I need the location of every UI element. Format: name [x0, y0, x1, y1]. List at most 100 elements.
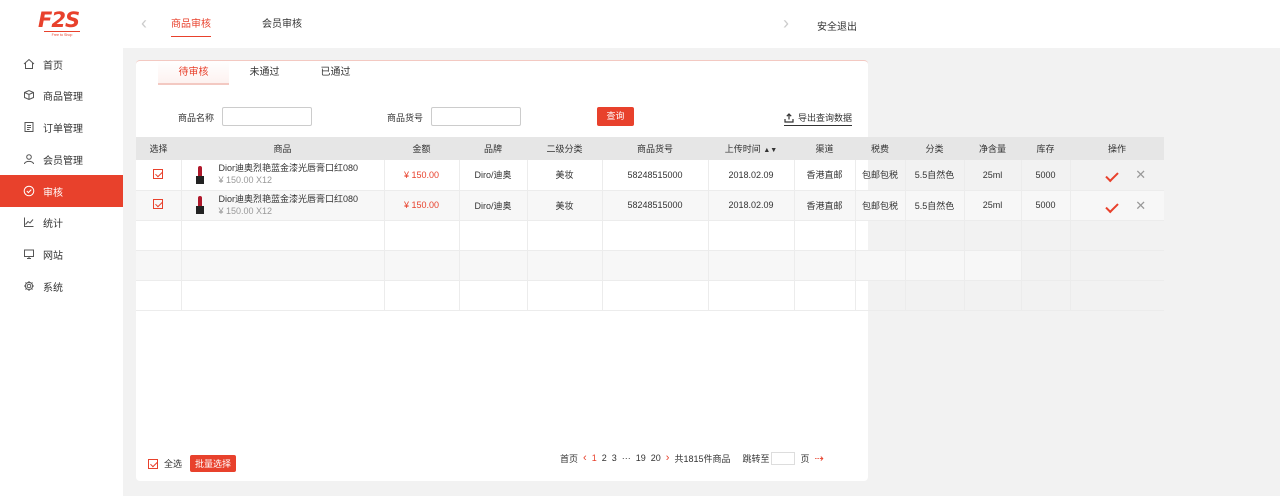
- page-link[interactable]: 1: [592, 453, 597, 463]
- row-checkbox[interactable]: [153, 168, 164, 179]
- order-icon: [22, 121, 35, 134]
- product-price-qty: ¥ 150.00 X12: [218, 175, 273, 186]
- col-stock: 库存: [1021, 137, 1070, 160]
- net-cell: 25ml: [964, 190, 1022, 221]
- sidebar-item-products[interactable]: 商品管理: [0, 79, 123, 111]
- sort-icon[interactable]: ▲▼: [763, 147, 777, 154]
- sidebar-item-label: 首页: [43, 60, 63, 72]
- col-brand: 品牌: [459, 137, 527, 160]
- page-ellipsis: ···: [621, 453, 631, 463]
- class-cell: 5.5自然色: [905, 160, 965, 191]
- row-checkbox[interactable]: [153, 199, 164, 209]
- select-all-label: 全选: [164, 459, 183, 469]
- export-label: 导出查询数据: [798, 113, 853, 123]
- col-net: 净含量: [964, 137, 1021, 160]
- status-tabs: 待审核 未通过 已通过: [158, 61, 371, 85]
- tax-cell: 包邮包税: [855, 160, 906, 191]
- sidebar-item-label: 统计: [43, 218, 63, 230]
- stock-cell: 5000: [1021, 190, 1071, 221]
- reject-icon[interactable]: ✕: [1135, 199, 1146, 212]
- table-row: Dior迪奥烈艳蓝金漆光唇膏口红080 ¥ 150.00 X12 ¥ 150.00…: [136, 190, 1164, 221]
- chart-icon: [22, 216, 35, 229]
- product-thumbnail: [195, 196, 204, 214]
- sku-cell: 58248515000: [602, 190, 709, 221]
- tax-cell: 包邮包税: [855, 190, 906, 221]
- net-cell: 25ml: [964, 160, 1022, 191]
- actions-cell: ✕: [1070, 190, 1164, 221]
- sidebar-item-label: 会员管理: [43, 155, 83, 167]
- col-upload-time[interactable]: 上传时间 ▲▼: [708, 137, 794, 160]
- product-name: Dior迪奥烈艳蓝金漆光唇膏口红080: [218, 163, 359, 174]
- category-cell: 美妆: [527, 190, 603, 221]
- product-name: Dior迪奥烈艳蓝金漆光唇膏口红080: [218, 193, 359, 204]
- home-icon: [22, 58, 35, 71]
- jump-label: 跳转至: [742, 453, 770, 464]
- sidebar-item-system[interactable]: 系统: [0, 270, 123, 302]
- sidebar: 首页 商品管理 订单管理 会员管理 审核 统计 网站 系统: [0, 48, 123, 496]
- query-button[interactable]: 查询: [597, 107, 634, 126]
- tab-approved[interactable]: 已通过: [300, 61, 371, 85]
- sidebar-item-members[interactable]: 会员管理: [0, 143, 123, 175]
- tab-product-review[interactable]: 商品审核: [171, 15, 211, 37]
- product-text: Dior迪奥烈艳蓝金漆光唇膏口红080 ¥ 150.00 X12: [219, 163, 359, 186]
- page-link[interactable]: 3: [612, 453, 617, 463]
- sku-cell: 58248515000: [602, 160, 709, 191]
- channel-cell: 香港直邮: [794, 160, 856, 191]
- monitor-icon: [22, 248, 35, 261]
- tab-rejected[interactable]: 未通过: [229, 61, 300, 85]
- approve-icon[interactable]: [1105, 199, 1119, 213]
- nav-next-icon[interactable]: ›: [783, 14, 789, 32]
- tab-member-review[interactable]: 会员审核: [262, 15, 302, 36]
- sidebar-item-website[interactable]: 网站: [0, 238, 123, 270]
- logo[interactable]: F2S Free to Shop: [38, 10, 86, 40]
- top-bar: F2S Free to Shop ‹ 商品审核 会员审核 › 安全退出: [0, 0, 1280, 48]
- stock-cell: 5000: [1021, 160, 1071, 191]
- page-link[interactable]: 20: [651, 453, 661, 463]
- batch-select-button[interactable]: 批量选择: [190, 455, 237, 472]
- member-icon: [22, 153, 35, 166]
- sidebar-item-label: 商品管理: [43, 91, 83, 103]
- product-sku-input[interactable]: [431, 107, 521, 126]
- col-subcategory: 二级分类: [527, 137, 602, 160]
- approve-icon[interactable]: [1105, 169, 1119, 183]
- logout-link[interactable]: 安全退出: [817, 18, 857, 33]
- channel-cell: 香港直邮: [794, 190, 856, 221]
- nav-prev-icon[interactable]: ‹: [141, 14, 147, 32]
- page-link[interactable]: 19: [636, 453, 646, 463]
- bulk-actions: 全选 批量选择: [148, 455, 237, 472]
- logo-mark: F2S: [38, 8, 80, 32]
- select-all-checkbox[interactable]: [148, 458, 158, 469]
- product-sku-label: 商品货号: [387, 113, 424, 123]
- product-name-input[interactable]: [222, 107, 312, 126]
- sidebar-item-orders[interactable]: 订单管理: [0, 111, 123, 143]
- reject-icon[interactable]: ✕: [1135, 168, 1146, 181]
- jump-page-input[interactable]: [771, 451, 796, 465]
- sidebar-item-home[interactable]: 首页: [0, 48, 123, 80]
- export-button[interactable]: 导出查询数据: [784, 111, 853, 126]
- amount-cell: ¥ 150.00: [384, 190, 460, 221]
- category-cell: 美妆: [527, 160, 603, 191]
- jump-go-icon[interactable]: ⇢: [815, 452, 824, 465]
- sidebar-item-stats[interactable]: 统计: [0, 206, 123, 238]
- tab-pending[interactable]: 待审核: [158, 61, 229, 85]
- upload-time-label: 上传时间: [724, 144, 761, 154]
- table-row-empty: [136, 220, 1164, 251]
- col-tax: 税费: [855, 137, 905, 160]
- table-row-empty: [136, 250, 1164, 281]
- product-cell: Dior迪奥烈艳蓝金漆光唇膏口红080 ¥ 150.00 X12: [181, 190, 385, 221]
- col-actions: 操作: [1070, 137, 1164, 160]
- col-channel: 渠道: [794, 137, 855, 160]
- next-page-icon[interactable]: ›: [666, 452, 670, 464]
- prev-page-icon[interactable]: ‹: [583, 452, 587, 464]
- col-sku: 商品货号: [602, 137, 708, 160]
- actions-cell: ✕: [1070, 160, 1164, 191]
- col-class: 分类: [905, 137, 964, 160]
- sidebar-item-review[interactable]: 审核: [0, 175, 123, 207]
- first-page-link[interactable]: 首页: [560, 452, 578, 465]
- total-count: 共1815件商品: [674, 453, 731, 464]
- table-row: Dior迪奥烈艳蓝金漆光唇膏口红080 ¥ 150.00 X12 ¥ 150.00…: [136, 160, 1164, 191]
- table-header: 选择 商品 金额 品牌 二级分类 商品货号 上传时间 ▲▼ 渠道 税费 分类 净…: [136, 137, 1164, 160]
- row-checkbox-cell: [136, 190, 182, 221]
- page-link[interactable]: 2: [602, 453, 607, 463]
- sidebar-item-label: 订单管理: [43, 123, 83, 135]
